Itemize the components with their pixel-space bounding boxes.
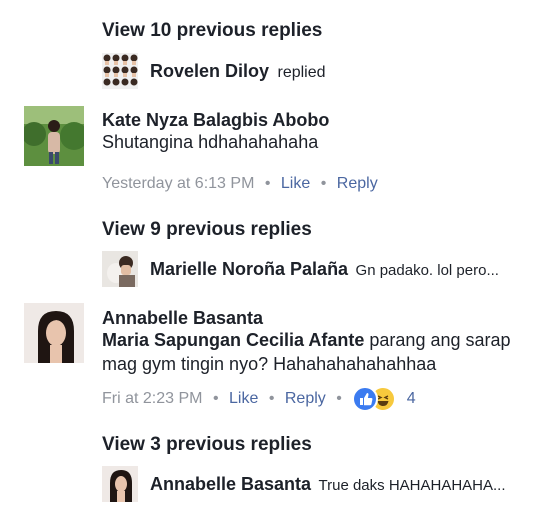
avatar-kate-nyza[interactable] — [24, 106, 84, 166]
separator-dot: • — [212, 390, 219, 408]
comment-text-line1: parang ang sarap — [364, 330, 511, 350]
avatar-annabelle[interactable] — [24, 303, 84, 363]
reply-preview-row[interactable]: Marielle Noroña Palaña Gn padako. lol pe… — [150, 259, 499, 280]
reply-author-name[interactable]: Rovelen Diloy — [150, 61, 269, 81]
profile-photo-image — [102, 251, 138, 287]
like-icon — [352, 386, 379, 412]
like-button[interactable]: Like — [281, 175, 310, 192]
reply-preview-row[interactable]: Rovelen Diloy replied — [150, 61, 326, 82]
comment-meta: Fri at 2:23 PM • Like • Reply • 4 — [102, 386, 416, 412]
view-previous-replies-link[interactable]: View 3 previous replies — [102, 434, 312, 456]
profile-photo-image — [102, 466, 138, 502]
comment-text-line2: mag gym tingin nyo? Hahahahahahahhaa — [102, 354, 437, 374]
view-previous-replies-link[interactable]: View 10 previous replies — [102, 20, 322, 42]
replied-label: replied — [277, 64, 326, 81]
reply-snippet: Gn padako. lol pero... — [355, 262, 499, 279]
comment-author-name[interactable]: Kate Nyza Balagbis Abobo — [102, 110, 329, 131]
comment-meta: Yesterday at 6:13 PM • Like • Reply — [102, 175, 378, 193]
comment-text: Shutangina hdhahahahaha — [102, 132, 319, 152]
reply-preview-row[interactable]: Annabelle Basanta True daks HAHAHAHAHA..… — [150, 474, 506, 495]
avatar-rovelen-diloy[interactable] — [102, 53, 138, 89]
mentioned-user[interactable]: Maria Sapungan Cecilia Afante — [102, 330, 364, 350]
profile-photo-image — [24, 303, 84, 363]
reply-author-name[interactable]: Marielle Noroña Palaña — [150, 259, 348, 279]
profile-photo-image — [24, 106, 84, 166]
like-button[interactable]: Like — [229, 390, 258, 407]
reply-button[interactable]: Reply — [337, 175, 378, 192]
comment-text: Maria Sapungan Cecilia Afante parang ang… — [102, 328, 511, 353]
avatar-marielle[interactable] — [102, 251, 138, 287]
separator-dot: • — [320, 175, 327, 192]
separator-dot: • — [268, 390, 275, 408]
separator-dot: • — [336, 390, 342, 408]
reaction-count[interactable]: 4 — [407, 390, 416, 407]
view-previous-replies-link[interactable]: View 9 previous replies — [102, 219, 312, 241]
reply-author-name[interactable]: Annabelle Basanta — [150, 474, 311, 494]
comment-author-name[interactable]: Annabelle Basanta — [102, 308, 263, 329]
reply-button[interactable]: Reply — [285, 390, 326, 407]
comment-timestamp[interactable]: Fri at 2:23 PM — [102, 390, 202, 407]
collage-avatar-image — [102, 53, 138, 89]
avatar-annabelle-small[interactable] — [102, 466, 138, 502]
separator-dot: • — [264, 175, 271, 192]
reactions-summary[interactable]: 4 — [352, 386, 416, 412]
reply-snippet: True daks HAHAHAHAHA... — [318, 477, 506, 494]
comment-timestamp[interactable]: Yesterday at 6:13 PM — [102, 175, 254, 192]
